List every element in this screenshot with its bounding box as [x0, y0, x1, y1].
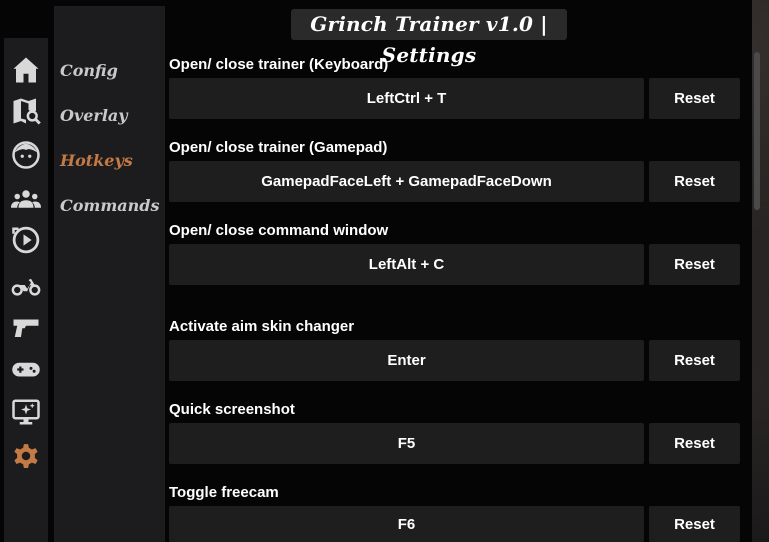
hotkey-field[interactable]: Enter [169, 340, 644, 381]
hotkey-label: Open/ close command window [169, 222, 389, 239]
hotkey-field[interactable]: LeftAlt + C [169, 244, 644, 285]
subnav-item-config[interactable]: Config [60, 59, 118, 83]
subnav-item-commands[interactable]: Commands [60, 194, 159, 218]
reset-button[interactable]: Reset [649, 78, 740, 119]
hotkey-label: Quick screenshot [169, 401, 295, 418]
gear-icon[interactable] [10, 440, 42, 472]
icon-sidebar [4, 38, 48, 542]
hotkey-field[interactable]: F6 [169, 506, 644, 542]
settings-subnav: Config Overlay Hotkeys Commands [54, 6, 165, 542]
pistol-icon[interactable] [10, 311, 42, 343]
reset-button[interactable]: Reset [649, 161, 740, 202]
hotkey-label: Toggle freecam [169, 484, 279, 501]
reset-button[interactable]: Reset [649, 244, 740, 285]
play-circle-icon[interactable] [10, 224, 42, 256]
gamepad-icon[interactable] [10, 353, 42, 385]
scrollbar-thumb[interactable] [754, 52, 760, 210]
scrollbar[interactable] [752, 52, 762, 210]
monitor-sparkle-icon[interactable] [10, 396, 42, 428]
motorcycle-icon[interactable] [10, 269, 42, 301]
hotkey-field[interactable]: GamepadFaceLeft + GamepadFaceDown [169, 161, 644, 202]
face-icon[interactable] [10, 139, 42, 171]
reset-button[interactable]: Reset [649, 340, 740, 381]
people-icon[interactable] [10, 183, 42, 215]
hotkey-label: Open/ close trainer (Keyboard) [169, 56, 389, 73]
hotkeys-panel: Open/ close trainer (Keyboard) LeftCtrl … [169, 0, 744, 542]
hotkey-label: Open/ close trainer (Gamepad) [169, 139, 388, 156]
subnav-item-hotkeys[interactable]: Hotkeys [60, 149, 133, 173]
trainer-window: Grinch Trainer v1.0 | Settings Config Ov… [0, 0, 760, 542]
reset-button[interactable]: Reset [649, 506, 740, 542]
reset-button[interactable]: Reset [649, 423, 740, 464]
hotkey-field[interactable]: LeftCtrl + T [169, 78, 644, 119]
hotkey-label: Activate aim skin changer [169, 318, 355, 335]
map-search-icon[interactable] [10, 95, 42, 127]
home-icon[interactable] [10, 54, 42, 86]
hotkey-field[interactable]: F5 [169, 423, 644, 464]
subnav-item-overlay[interactable]: Overlay [60, 104, 128, 128]
